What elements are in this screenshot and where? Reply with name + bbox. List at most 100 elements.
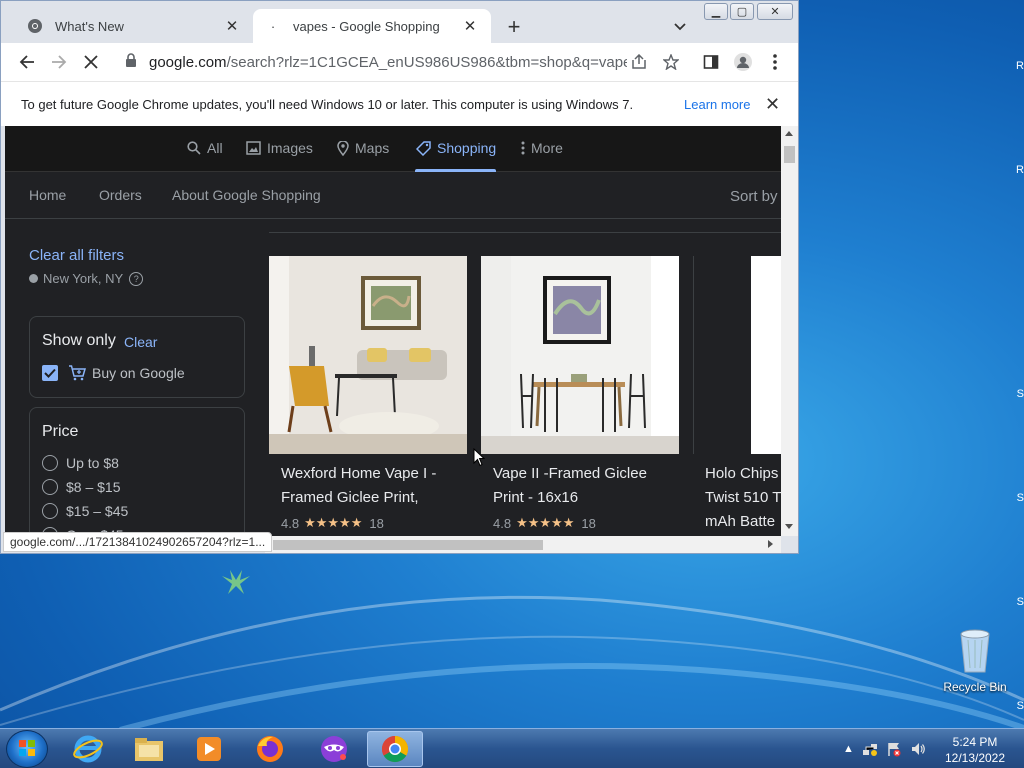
network-icon[interactable] <box>862 741 878 757</box>
scroll-down-arrow-icon[interactable] <box>785 524 793 530</box>
nav-home[interactable]: Home <box>29 187 66 203</box>
action-center-flag-icon[interactable] <box>886 741 902 757</box>
tab-shopping[interactable]: Shopping <box>416 140 496 156</box>
shopping-tag-icon <box>416 140 431 156</box>
close-infobar-icon[interactable]: ✕ <box>765 94 780 115</box>
location-text: New York, NY <box>43 271 124 286</box>
product-card[interactable]: Holo Chips Twist 510 T mAh Batte <box>693 256 781 536</box>
price-option-radio[interactable]: $15 – $45 <box>42 503 128 519</box>
product-title[interactable]: Vape II -Framed Giclee Print - 16x16 <box>493 462 673 510</box>
minimize-button[interactable]: ▁ <box>704 3 728 20</box>
desktop-icon-label-cut: S <box>1016 700 1024 712</box>
clear-all-filters-link[interactable]: Clear all filters <box>29 247 124 264</box>
page-content: All Images Maps Shopping More Home Order… <box>5 126 781 536</box>
tab-all[interactable]: All <box>187 140 223 156</box>
close-window-button[interactable]: ✕ <box>757 3 793 20</box>
address-bar[interactable]: google.com/search?rlz=1C1GCEA_enUS986US9… <box>113 47 627 77</box>
loading-favicon-icon: · <box>270 18 276 34</box>
url-text: google.com/search?rlz=1C1GCEA_enUS986US9… <box>149 54 627 71</box>
price-option-radio[interactable]: $8 – $15 <box>42 479 121 495</box>
show-hidden-icons-icon[interactable]: ▲ <box>843 743 854 755</box>
tab-maps[interactable]: Maps <box>337 140 389 156</box>
location-indicator: New York, NY ? <box>29 271 144 286</box>
scrollbar-thumb[interactable] <box>784 146 795 163</box>
firefox-taskbar-icon[interactable] <box>242 731 298 767</box>
internet-explorer-taskbar-icon[interactable] <box>60 731 116 767</box>
tab-whats-new[interactable]: What's New ✕ <box>15 9 253 43</box>
radio-icon <box>42 479 58 495</box>
windows-logo-icon <box>19 740 35 756</box>
browser-menu-icon[interactable] <box>761 48 789 76</box>
radio-icon <box>42 455 58 471</box>
product-card[interactable]: Vape II -Framed Giclee Print - 16x16 4.8… <box>481 256 679 536</box>
system-tray: ▲ <box>843 739 926 759</box>
rating-value: 4.8 <box>493 515 512 531</box>
chrome-window: What's New ✕ · vapes - Google Shopping ✕… <box>0 0 799 554</box>
bookmark-star-icon[interactable] <box>657 48 685 76</box>
product-card[interactable]: Wexford Home Vape I - Framed Giclee Prin… <box>269 256 467 536</box>
product-title[interactable]: Wexford Home Vape I - Framed Giclee Prin… <box>281 462 461 510</box>
nav-orders[interactable]: Orders <box>99 187 142 203</box>
tab-more[interactable]: More <box>521 140 563 156</box>
desktop-icon-label-cut: S <box>1016 492 1024 504</box>
sort-by-dropdown[interactable]: Sort by <box>730 188 778 205</box>
nav-about-google-shopping[interactable]: About Google Shopping <box>172 187 321 203</box>
map-pin-icon <box>337 140 349 156</box>
radio-icon <box>42 503 58 519</box>
wallpaper-swoosh <box>0 570 1024 730</box>
radio-label: Up to $8 <box>66 455 119 471</box>
profile-avatar-icon[interactable] <box>729 48 757 76</box>
product-image[interactable] <box>269 256 467 454</box>
checkbox-label: Buy on Google <box>92 365 185 381</box>
recycle-bin-icon <box>958 628 992 674</box>
clear-show-only-link[interactable]: Clear <box>124 334 157 350</box>
desktop-icon-label-cut: S <box>1016 596 1024 608</box>
help-icon[interactable]: ? <box>129 271 144 286</box>
rating-value: 4.8 <box>281 515 300 531</box>
chrome-taskbar-icon[interactable] <box>367 731 423 767</box>
tab-label: All <box>207 140 223 156</box>
product-image[interactable] <box>481 256 679 454</box>
volume-icon[interactable] <box>910 741 926 757</box>
taskbar-clock[interactable]: 5:24 PM 12/13/2022 <box>940 734 1010 766</box>
recycle-bin-desktop-icon[interactable]: Recycle Bin <box>940 628 1010 694</box>
tab-images[interactable]: Images <box>246 140 313 156</box>
back-button[interactable] <box>13 48 41 76</box>
lock-icon[interactable] <box>125 53 137 71</box>
file-explorer-taskbar-icon[interactable] <box>121 731 177 767</box>
tab-search-chevron-icon[interactable] <box>669 15 691 39</box>
filter-heading: Price <box>42 423 79 440</box>
results-divider <box>269 232 781 233</box>
buy-on-google-checkbox[interactable]: Buy on Google <box>42 365 185 381</box>
product-image[interactable] <box>693 256 781 454</box>
learn-more-link[interactable]: Learn more <box>684 97 750 112</box>
product-title[interactable]: Holo Chips Twist 510 T mAh Batte <box>705 462 781 534</box>
desktop-icon-label-cut: S <box>1016 388 1024 400</box>
start-button[interactable] <box>6 730 48 768</box>
tab-vapes-shopping[interactable]: · vapes - Google Shopping ✕ <box>253 9 491 43</box>
desktop-icon-label-cut: R <box>1016 164 1024 176</box>
clock-date: 12/13/2022 <box>944 751 1006 765</box>
maximize-button[interactable]: ▢ <box>730 3 754 20</box>
review-count: 18 <box>581 515 596 531</box>
stop-loading-button[interactable] <box>77 48 105 76</box>
mouse-cursor-icon <box>473 448 485 467</box>
new-tab-button[interactable]: + <box>501 14 527 40</box>
review-count: 18 <box>369 515 384 531</box>
price-filter: Price Up to $8 $8 – $15 $15 – $45 Over $… <box>29 407 245 536</box>
close-tab-icon[interactable]: ✕ <box>461 17 479 35</box>
price-option-radio[interactable]: Up to $8 <box>42 455 119 471</box>
vertical-scrollbar[interactable] <box>781 126 798 536</box>
close-tab-icon[interactable]: ✕ <box>223 17 241 35</box>
side-panel-icon[interactable] <box>697 48 725 76</box>
scroll-right-arrow-icon[interactable] <box>768 540 774 548</box>
scrollbar-thumb[interactable] <box>273 540 543 550</box>
media-player-taskbar-icon[interactable] <box>181 731 237 767</box>
horizontal-scrollbar[interactable] <box>265 536 781 553</box>
privacy-app-taskbar-icon[interactable] <box>306 731 362 767</box>
share-icon[interactable] <box>625 48 653 76</box>
search-icon <box>187 141 201 155</box>
clock-time: 5:24 PM <box>952 735 998 749</box>
forward-button[interactable] <box>45 48 73 76</box>
scroll-up-arrow-icon[interactable] <box>785 130 793 136</box>
